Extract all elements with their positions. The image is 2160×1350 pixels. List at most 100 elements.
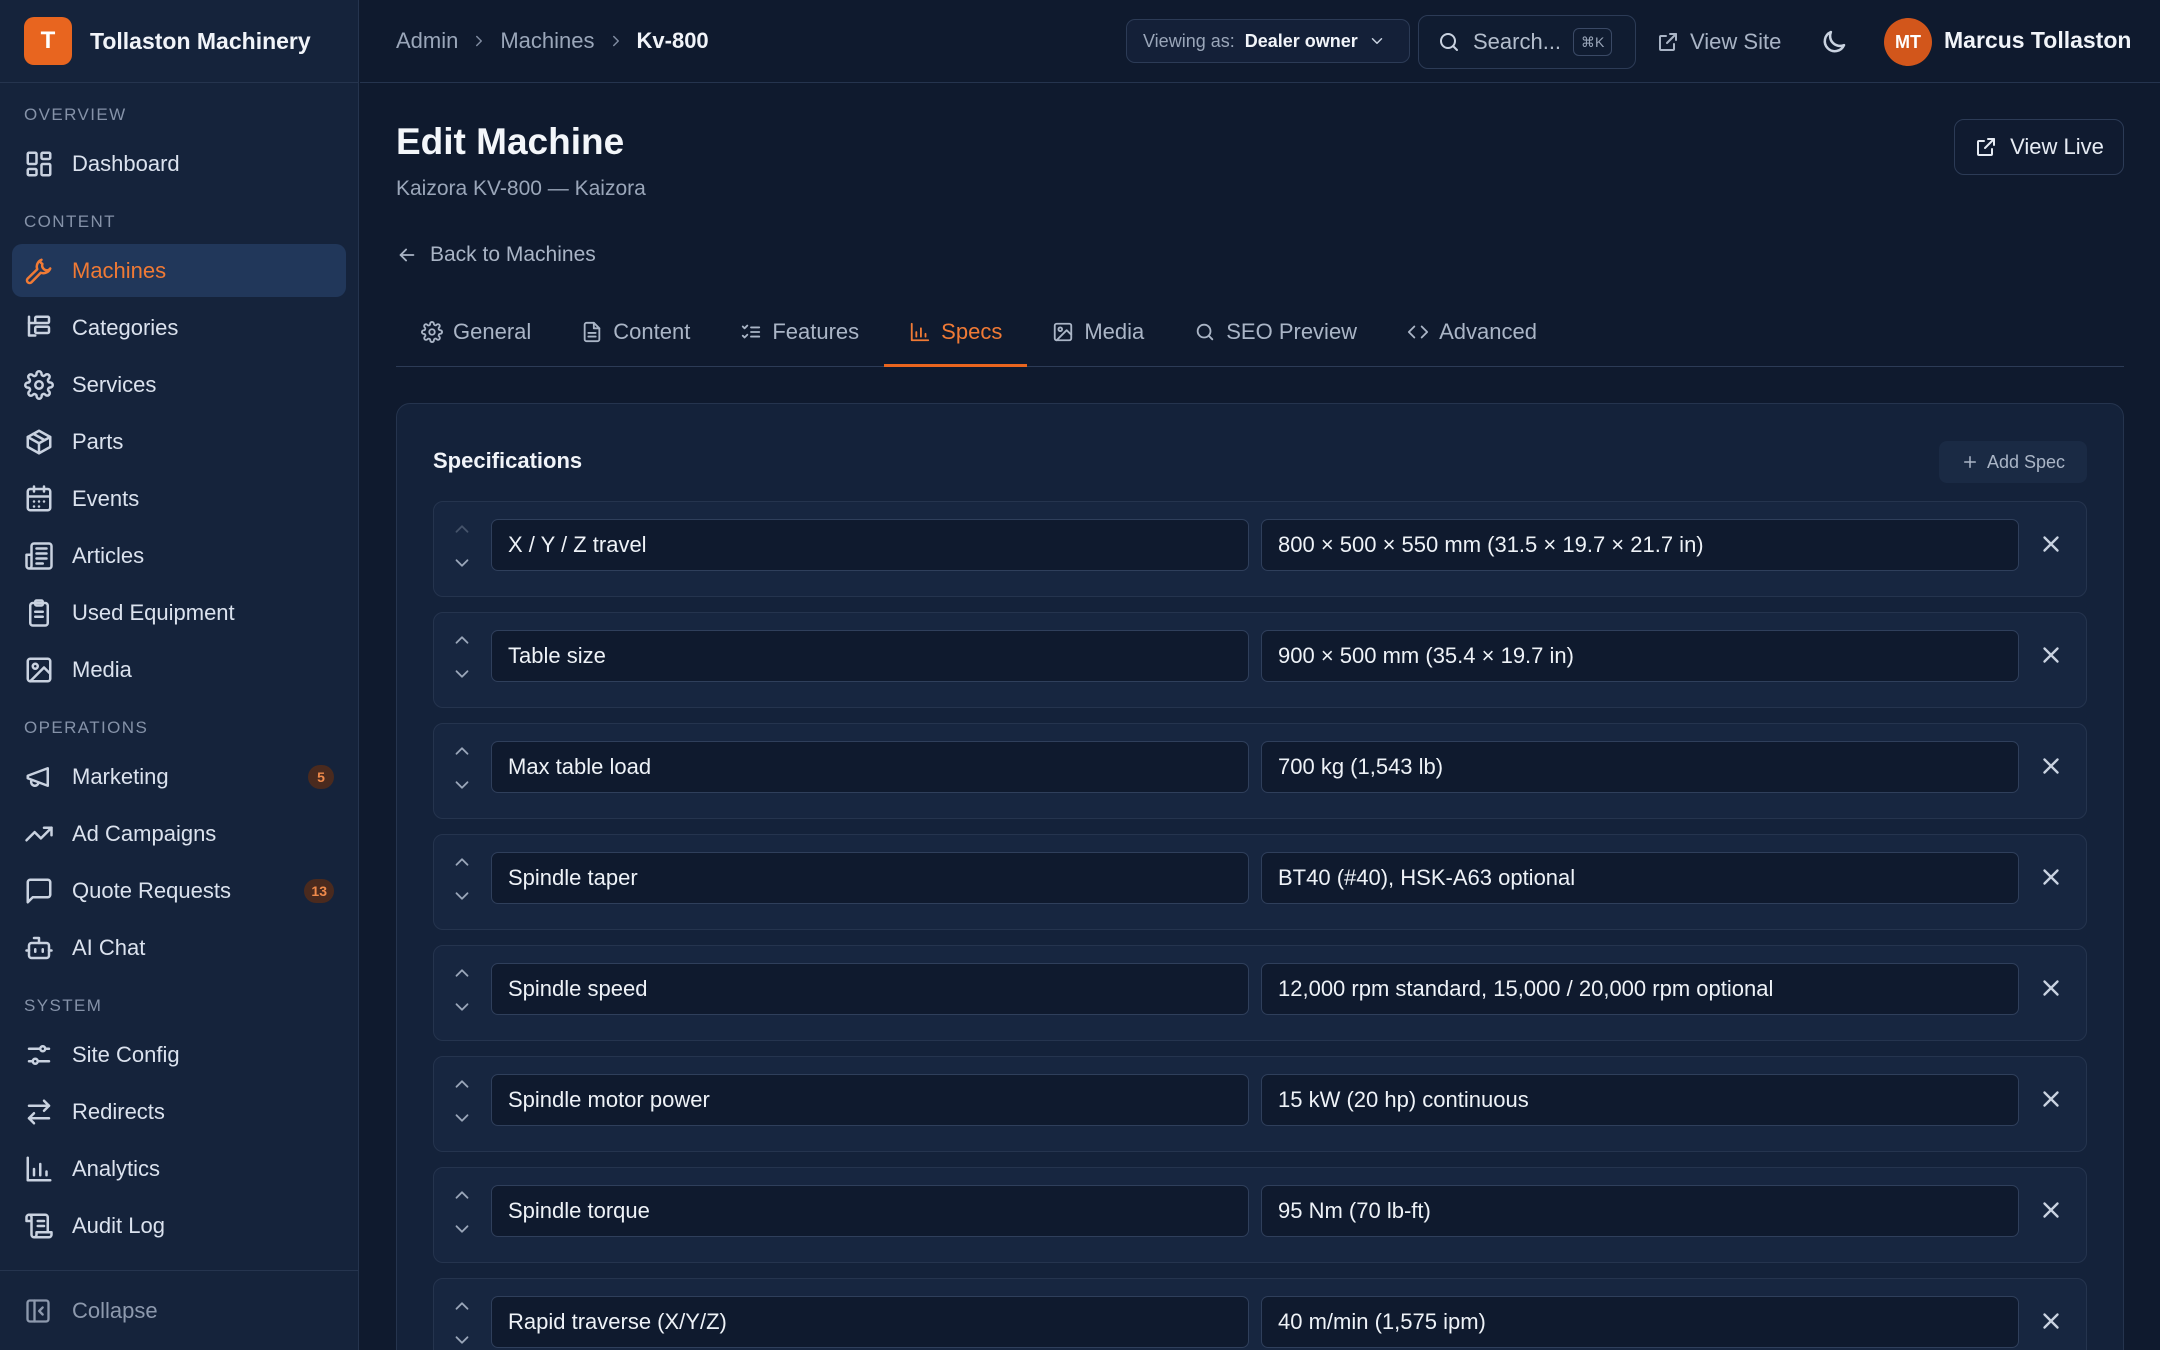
message-icon xyxy=(26,878,52,903)
sidebar-item-redirects[interactable]: Redirects xyxy=(12,1085,346,1138)
chevron-up-icon[interactable] xyxy=(451,1073,473,1095)
external-link-icon xyxy=(1977,138,1996,156)
reorder-controls xyxy=(450,740,474,802)
tab-general[interactable]: General xyxy=(396,297,556,366)
brand-name: Tollaston Machinery xyxy=(90,27,311,54)
spec-value-input[interactable]: 95 Nm (70 lb-ft) xyxy=(1261,1185,2019,1237)
close-icon[interactable] xyxy=(2038,1197,2064,1223)
sidebar-item-dashboard[interactable]: Dashboard xyxy=(12,137,346,190)
chevron-right-icon xyxy=(612,35,619,47)
tab-advanced[interactable]: Advanced xyxy=(1382,297,1562,366)
view-site-label: View Site xyxy=(1690,29,1782,54)
close-icon[interactable] xyxy=(2038,642,2064,668)
spec-key-input[interactable]: Spindle taper xyxy=(491,852,1249,904)
chevron-up-icon[interactable] xyxy=(451,1184,473,1206)
chevron-down-icon[interactable] xyxy=(451,1329,473,1350)
chevron-down-icon[interactable] xyxy=(451,885,473,907)
chevron-up-icon[interactable] xyxy=(451,629,473,651)
calendar-icon xyxy=(26,484,52,511)
chevron-down-icon[interactable] xyxy=(451,552,473,574)
tab-seo-preview[interactable]: SEO Preview xyxy=(1169,297,1382,366)
tab-features[interactable]: Features xyxy=(715,297,884,366)
close-icon[interactable] xyxy=(2038,1308,2064,1334)
chevron-up-icon[interactable] xyxy=(451,1295,473,1317)
view-site-link[interactable]: View Site xyxy=(1656,24,1781,60)
spec-key-input[interactable]: Rapid traverse (X/Y/Z) xyxy=(491,1296,1249,1348)
nav-section-label: OVERVIEW xyxy=(24,105,127,124)
moon-icon[interactable] xyxy=(1819,27,1849,57)
chevron-up-icon[interactable] xyxy=(451,962,473,984)
spec-value-input[interactable]: BT40 (#40), HSK-A63 optional xyxy=(1261,852,2019,904)
close-icon[interactable] xyxy=(2038,753,2064,779)
search-button[interactable]: Search... ⌘K xyxy=(1418,15,1636,69)
tab-content[interactable]: Content xyxy=(556,297,715,366)
close-icon[interactable] xyxy=(2038,531,2064,557)
breadcrumb-admin[interactable]: Admin xyxy=(396,28,458,54)
plus-icon xyxy=(1963,456,1976,468)
brand[interactable]: T Tollaston Machinery xyxy=(0,0,358,83)
sidebar-item-media[interactable]: Media xyxy=(12,643,346,696)
sidebar-item-events[interactable]: Events xyxy=(12,472,346,525)
spec-value-input[interactable]: 900 × 500 mm (35.4 × 19.7 in) xyxy=(1261,630,2019,682)
sidebar-item-machines[interactable]: Machines xyxy=(12,244,346,297)
avatar[interactable]: MT xyxy=(1884,18,1932,66)
chevron-up-icon[interactable] xyxy=(451,518,473,540)
spec-value-input[interactable]: 700 kg (1,543 lb) xyxy=(1261,741,2019,793)
chevron-up-icon[interactable] xyxy=(451,851,473,873)
sidebar-item-site-config[interactable]: Site Config xyxy=(12,1028,346,1081)
sidebar-item-label: Marketing xyxy=(72,763,169,789)
collapse-label: Collapse xyxy=(72,1297,158,1323)
chevron-down-icon[interactable] xyxy=(451,774,473,796)
chevron-up-icon[interactable] xyxy=(451,740,473,762)
add-spec-label: Add Spec xyxy=(1986,451,2066,472)
reorder-controls xyxy=(450,1295,474,1350)
sidebar-item-label: Parts xyxy=(72,428,124,454)
spec-key-input[interactable]: Spindle speed xyxy=(491,963,1249,1015)
close-icon[interactable] xyxy=(2038,864,2064,890)
spec-value-input[interactable]: 12,000 rpm standard, 15,000 / 20,000 rpm… xyxy=(1261,963,2019,1015)
viewing-as-select[interactable]: Viewing as: Dealer owner xyxy=(1126,19,1410,63)
spec-key-input[interactable]: Table size xyxy=(491,630,1249,682)
reorder-controls xyxy=(450,1073,474,1135)
spec-key-input[interactable]: Spindle torque xyxy=(491,1185,1249,1237)
count-badge: 5 xyxy=(308,765,334,789)
close-icon[interactable] xyxy=(2038,975,2064,1001)
sidebar-item-analytics[interactable]: Analytics xyxy=(12,1142,346,1195)
close-icon[interactable] xyxy=(2038,1086,2064,1112)
sidebar-item-ai-chat[interactable]: AI Chat xyxy=(12,921,346,974)
sidebar-item-articles[interactable]: Articles xyxy=(12,529,346,582)
tab-label: Advanced xyxy=(1439,318,1537,344)
spec-value-input[interactable]: 800 × 500 × 550 mm (31.5 × 19.7 × 21.7 i… xyxy=(1261,519,2019,571)
sidebar-item-services[interactable]: Services xyxy=(12,358,346,411)
collapse-button[interactable]: Collapse xyxy=(0,1270,358,1350)
breadcrumb: Admin Machines Kv-800 xyxy=(396,28,709,54)
tab-specs[interactable]: Specs xyxy=(884,297,1028,367)
back-link[interactable]: Back to Machines xyxy=(396,243,596,267)
chevron-down-icon[interactable] xyxy=(451,1107,473,1129)
chevron-down-icon[interactable] xyxy=(451,996,473,1018)
specs-title: Specifications xyxy=(433,448,583,473)
reorder-controls xyxy=(450,1184,474,1246)
sidebar-item-label: Quote Requests xyxy=(72,877,231,903)
view-live-button[interactable]: View Live xyxy=(1954,119,2124,175)
sidebar-item-marketing[interactable]: Marketing 5 xyxy=(12,750,346,803)
tab-media[interactable]: Media xyxy=(1027,297,1169,366)
scroll-icon xyxy=(25,1213,53,1238)
user-name[interactable]: Marcus Tollaston xyxy=(1944,27,2131,54)
add-spec-button[interactable]: Add Spec xyxy=(1939,441,2087,483)
spec-key-input[interactable]: X / Y / Z travel xyxy=(491,519,1249,571)
sidebar-item-quote-requests[interactable]: Quote Requests 13 xyxy=(12,864,346,917)
bar-chart-icon xyxy=(26,1156,52,1181)
spec-value-input[interactable]: 15 kW (20 hp) continuous xyxy=(1261,1074,2019,1126)
sidebar-item-used-equipment[interactable]: Used Equipment xyxy=(12,586,346,639)
sidebar-item-categories[interactable]: Categories xyxy=(12,301,346,354)
spec-key-input[interactable]: Max table load xyxy=(491,741,1249,793)
spec-key-input[interactable]: Spindle motor power xyxy=(491,1074,1249,1126)
breadcrumb-machines[interactable]: Machines xyxy=(500,28,594,54)
sidebar-item-ad-campaigns[interactable]: Ad Campaigns xyxy=(12,807,346,860)
sidebar-item-parts[interactable]: Parts xyxy=(12,415,346,468)
sidebar-item-audit-log[interactable]: Audit Log xyxy=(12,1199,346,1252)
chevron-down-icon[interactable] xyxy=(451,663,473,685)
chevron-down-icon[interactable] xyxy=(451,1218,473,1240)
spec-value-input[interactable]: 40 m/min (1,575 ipm) xyxy=(1261,1296,2019,1348)
